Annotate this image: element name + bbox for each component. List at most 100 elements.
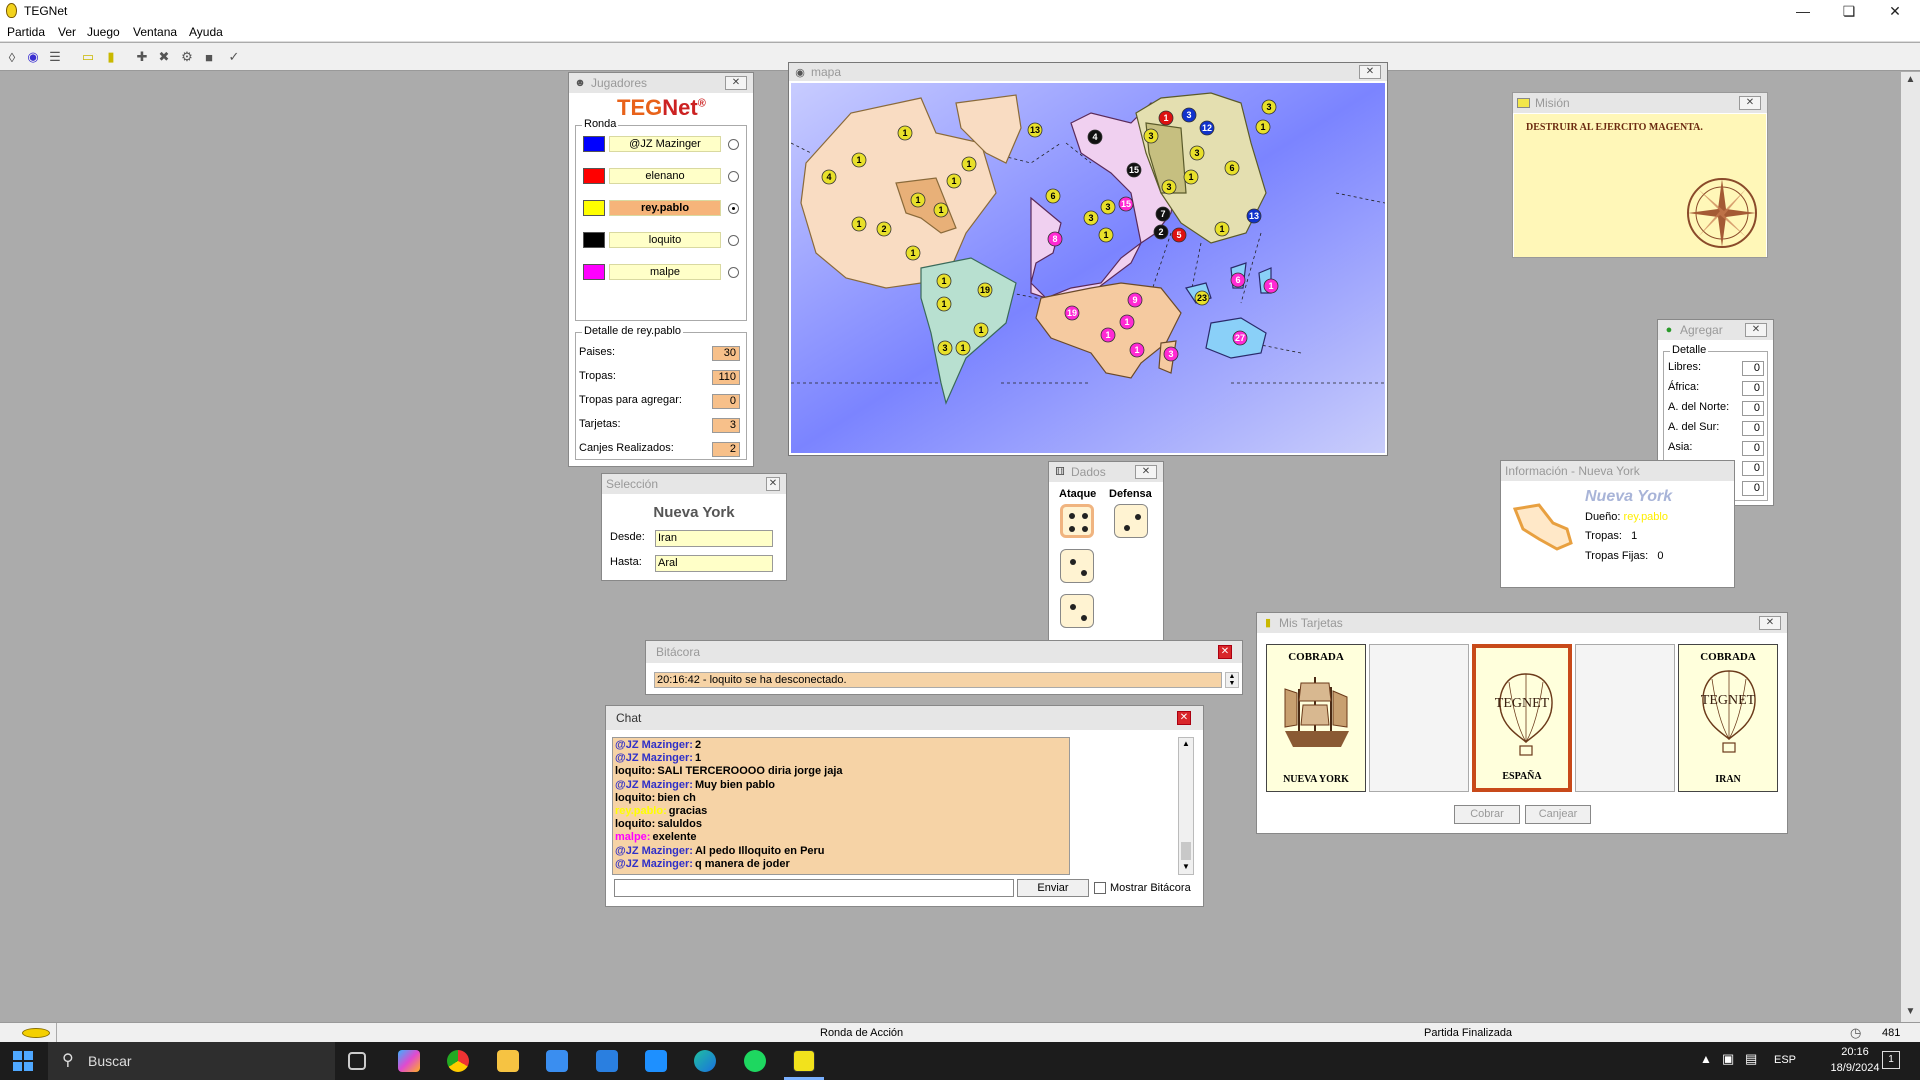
army-marker[interactable]: 1 — [1255, 119, 1271, 135]
army-marker[interactable]: 3 — [937, 340, 953, 356]
army-marker[interactable]: 13 — [1027, 122, 1043, 138]
tray-monitor-icon[interactable]: ▣ — [1722, 1051, 1734, 1067]
taskbar-search[interactable]: ⚲ Buscar — [48, 1042, 335, 1080]
tray-time[interactable]: 20:16 — [1830, 1046, 1880, 1058]
chat-scrollbar[interactable]: ▲ ▼ — [1178, 737, 1194, 875]
world-map[interactable]: 1311411111 21119113 1683311541572 51 3123333… — [791, 83, 1385, 453]
close-players-button[interactable]: ✕ — [725, 76, 747, 90]
copilot-icon[interactable] — [398, 1050, 420, 1072]
army-marker[interactable]: 9 — [1127, 292, 1143, 308]
army-marker[interactable]: 1 — [851, 216, 867, 232]
attack-icon[interactable]: ✖ — [154, 47, 174, 67]
menu-ver[interactable]: Ver — [58, 25, 76, 39]
chat-scroll-thumb[interactable] — [1181, 842, 1191, 860]
army-marker[interactable]: 3 — [1100, 199, 1116, 215]
menu-ayuda[interactable]: Ayuda — [189, 25, 223, 39]
tray-date[interactable]: 18/9/2024 — [1830, 1062, 1880, 1074]
add-troops-icon[interactable]: ✚ — [132, 47, 152, 67]
menu-ventana[interactable]: Ventana — [133, 25, 177, 39]
army-marker[interactable]: 1 — [897, 125, 913, 141]
close-chat-button[interactable]: ✕ — [1177, 711, 1191, 725]
army-marker[interactable]: 5 — [1171, 227, 1187, 243]
scroll-down-icon[interactable]: ▼ — [1901, 1006, 1920, 1017]
windows-start-icon[interactable] — [13, 1051, 33, 1071]
close-dice-button[interactable]: ✕ — [1135, 465, 1157, 479]
globe-icon[interactable]: ◉ — [23, 47, 43, 67]
army-marker[interactable]: 1 — [1183, 169, 1199, 185]
army-marker[interactable]: 1 — [955, 340, 971, 356]
army-marker[interactable]: 1 — [936, 273, 952, 289]
army-marker[interactable]: 8 — [1047, 231, 1063, 247]
list-icon[interactable]: ☰ — [45, 47, 65, 67]
army-marker[interactable]: 1 — [905, 245, 921, 261]
send-button[interactable]: Enviar — [1017, 879, 1089, 897]
army-marker[interactable]: 3 — [1083, 210, 1099, 226]
army-marker[interactable]: 3 — [1181, 107, 1197, 123]
connect-icon[interactable]: ◊ — [2, 47, 22, 67]
army-marker[interactable]: 2 — [876, 221, 892, 237]
task-view-icon[interactable] — [348, 1052, 366, 1070]
close-selection-button[interactable]: ✕ — [766, 477, 780, 491]
army-marker[interactable]: 3 — [1189, 145, 1205, 161]
country-card[interactable] — [1369, 644, 1469, 792]
army-marker[interactable]: 1 — [1119, 314, 1135, 330]
tray-lang[interactable]: ESP — [1774, 1054, 1796, 1066]
maximize-button[interactable]: ❏ — [1826, 0, 1872, 22]
army-marker[interactable]: 3 — [1261, 99, 1277, 115]
army-marker[interactable]: 1 — [1098, 227, 1114, 243]
country-card[interactable]: COBRADA TEGNET IRAN — [1678, 644, 1778, 792]
country-card[interactable]: TEGNETTEGNETESPAÑA — [1472, 644, 1572, 792]
army-marker[interactable]: 1 — [1129, 342, 1145, 358]
army-marker[interactable]: 12 — [1199, 120, 1215, 136]
army-marker[interactable]: 15 — [1118, 196, 1134, 212]
army-marker[interactable]: 1 — [1158, 110, 1174, 126]
country-card[interactable] — [1575, 644, 1675, 792]
minimize-button[interactable]: — — [1780, 0, 1826, 22]
army-marker[interactable]: 7 — [1155, 206, 1171, 222]
canjear-button[interactable]: Canjear — [1525, 805, 1591, 824]
army-marker[interactable]: 4 — [1087, 129, 1103, 145]
army-marker[interactable]: 4 — [821, 169, 837, 185]
close-cards-button[interactable]: ✕ — [1759, 616, 1781, 630]
army-marker[interactable]: 27 — [1232, 330, 1248, 346]
army-marker[interactable]: 1 — [851, 152, 867, 168]
army-marker[interactable]: 6 — [1230, 272, 1246, 288]
army-marker[interactable]: 1 — [933, 202, 949, 218]
army-marker[interactable]: 1 — [946, 173, 962, 189]
edge-icon[interactable] — [694, 1050, 716, 1072]
army-marker[interactable]: 19 — [1064, 305, 1080, 321]
army-marker[interactable]: 19 — [977, 282, 993, 298]
chrome-icon[interactable] — [447, 1050, 469, 1072]
log-scroll[interactable]: ▲ ▼ — [1225, 672, 1239, 688]
close-map-button[interactable]: ✕ — [1359, 65, 1381, 79]
army-marker[interactable]: 1 — [936, 296, 952, 312]
card-icon[interactable]: ▭ — [78, 47, 98, 67]
army-marker[interactable]: 6 — [1045, 188, 1061, 204]
army-marker[interactable]: 6 — [1224, 160, 1240, 176]
end-turn-icon[interactable]: ✓ — [224, 47, 244, 67]
army-marker[interactable]: 1 — [1100, 327, 1116, 343]
scroll-up-icon[interactable]: ▲ — [1901, 74, 1920, 85]
tray-chevron-icon[interactable]: ▲ — [1700, 1052, 1712, 1066]
army-marker[interactable]: 1 — [961, 156, 977, 172]
chat-input[interactable] — [614, 879, 1014, 897]
close-button[interactable]: ✕ — [1872, 0, 1918, 22]
close-log-button[interactable]: ✕ — [1218, 645, 1232, 659]
army-marker[interactable]: 3 — [1143, 128, 1159, 144]
notification-icon[interactable]: 1 — [1882, 1051, 1900, 1069]
store-icon[interactable] — [546, 1050, 568, 1072]
army-marker[interactable]: 3 — [1163, 346, 1179, 362]
chat-scroll-down-icon[interactable]: ▼ — [1182, 862, 1190, 871]
army-marker[interactable]: 1 — [1214, 221, 1230, 237]
army-marker[interactable]: 15 — [1126, 162, 1142, 178]
army-marker[interactable]: 2 — [1153, 224, 1169, 240]
close-add-button[interactable]: ✕ — [1745, 323, 1767, 337]
mission-icon[interactable]: ▮ — [101, 47, 121, 67]
cobrar-button[interactable]: Cobrar — [1454, 805, 1520, 824]
menu-partida[interactable]: Partida — [7, 25, 45, 39]
spotify-icon[interactable] — [744, 1050, 766, 1072]
country-card[interactable]: COBRADA NUEVA YORK — [1266, 644, 1366, 792]
app-icon-blue[interactable] — [645, 1050, 667, 1072]
chat-scroll-up-icon[interactable]: ▲ — [1182, 739, 1190, 748]
tegnet-taskbar-icon[interactable] — [793, 1050, 815, 1072]
